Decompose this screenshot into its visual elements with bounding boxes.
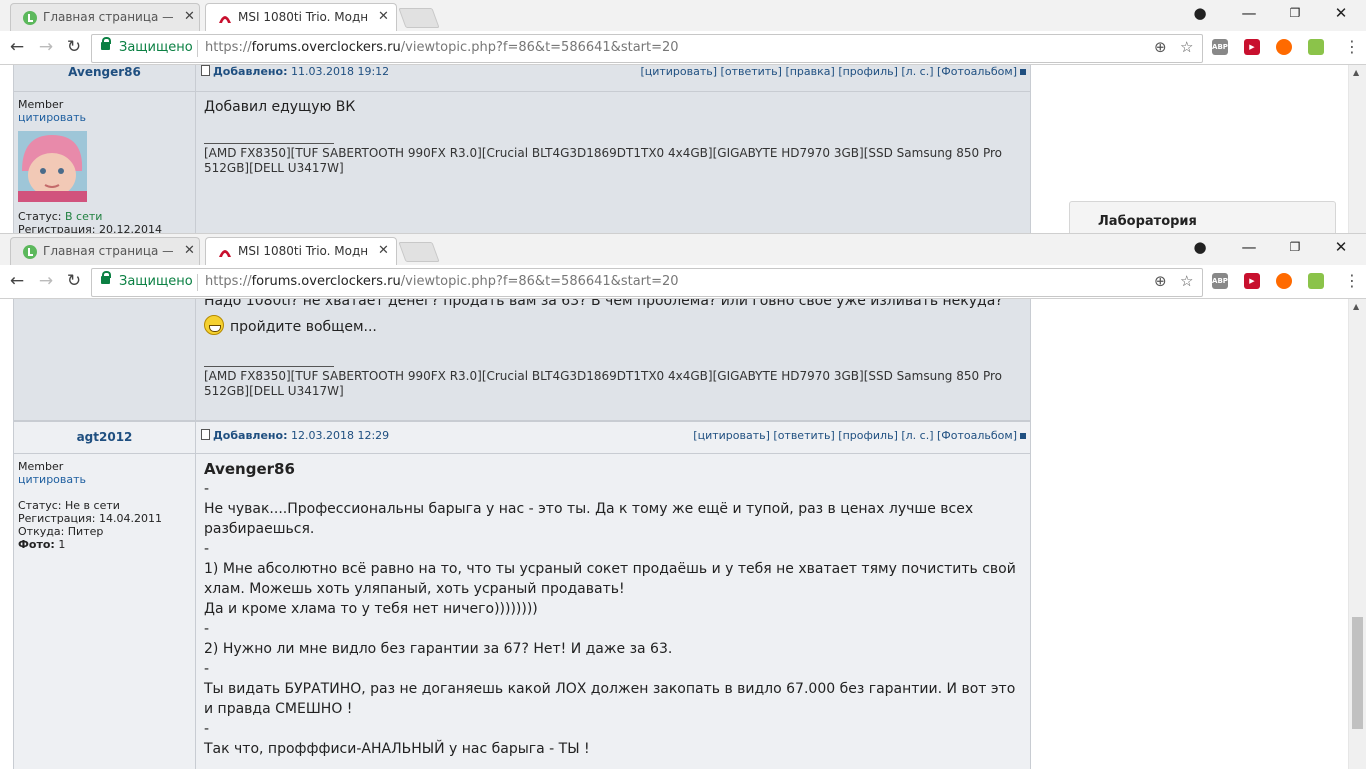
page-content: Надо 1080ti? не хватает денег? продать в… — [0, 299, 1366, 769]
signature-divider — [204, 366, 334, 367]
tab-strip: Главная страница — Ли ✕ MSI 1080ti Trio.… — [0, 234, 1366, 265]
adblock-plus-icon[interactable]: ABP — [1212, 273, 1228, 289]
back-arrow-icon[interactable]: ← — [6, 271, 28, 291]
post-body: Добавил едущую ВК [AMD FX8350][TUF SABER… — [195, 65, 1030, 233]
post-signature: [AMD FX8350][TUF SABERTOOTH 990FX R3.0][… — [204, 369, 1002, 398]
bookmark-star-icon[interactable]: ☆ — [1180, 38, 1193, 56]
tab-close-icon[interactable]: ✕ — [184, 9, 195, 24]
quote-link[interactable]: цитировать — [18, 111, 86, 124]
extension-fire-icon[interactable] — [1276, 273, 1292, 289]
scroll-up-icon[interactable]: ▲ — [1353, 302, 1359, 311]
address-bar[interactable]: Защищено https://forums.overclockers.ru/… — [91, 268, 1203, 297]
new-tab-button[interactable] — [398, 242, 440, 262]
tab-title: Главная страница — Ли — [43, 10, 173, 24]
user-panel — [14, 299, 196, 420]
minimize-button[interactable]: — — [1239, 238, 1259, 256]
scrollbar[interactable]: ▲ — [1348, 299, 1366, 769]
menu-kebab-icon[interactable]: ⋮ — [1344, 37, 1360, 56]
close-window-button[interactable]: ✕ — [1331, 4, 1351, 22]
user-status: Статус: В сети Регистрация: 20.12.2014 — [18, 210, 162, 233]
extension-fire-icon[interactable] — [1276, 39, 1292, 55]
menu-kebab-icon[interactable]: ⋮ — [1344, 271, 1360, 290]
back-arrow-icon[interactable]: ← — [6, 37, 28, 57]
tab-close-icon[interactable]: ✕ — [184, 243, 195, 258]
divider — [197, 40, 198, 57]
user-rank: Member — [18, 98, 64, 111]
forward-arrow-icon[interactable]: → — [35, 271, 57, 291]
post-signature: [AMD FX8350][TUF SABERTOOTH 990FX R3.0][… — [204, 146, 1002, 175]
lock-icon — [101, 37, 111, 50]
url-text[interactable]: https://forums.overclockers.ru/viewtopic… — [205, 274, 679, 289]
restore-button[interactable]: ❐ — [1285, 240, 1305, 254]
forum-post: Надо 1080ti? не хватает денег? продать в… — [13, 299, 1031, 421]
tab-inactive[interactable]: Главная страница — Ли ✕ — [10, 237, 200, 265]
reload-icon[interactable]: ↻ — [63, 271, 85, 291]
user-panel: Member цитировать Статус: Не в сети Реги… — [14, 422, 196, 769]
quote-link[interactable]: цитировать — [18, 473, 162, 486]
minimize-button[interactable]: — — [1239, 4, 1259, 22]
sidebar-title: Лаборатория — [1098, 214, 1197, 229]
post-text: Добавил едущую ВК — [204, 99, 356, 115]
forum-post: Avenger86 Добавлено: 11.03.2018 19:12 [ц… — [13, 65, 1031, 233]
avatar — [18, 131, 87, 202]
tab-close-icon[interactable]: ✕ — [378, 9, 389, 24]
scroll-up-icon[interactable]: ▲ — [1353, 68, 1359, 77]
secure-label: Защищено — [119, 40, 193, 55]
forward-arrow-icon[interactable]: → — [35, 37, 57, 57]
address-bar[interactable]: Защищено https://forums.overclockers.ru/… — [91, 34, 1203, 63]
browser-toolbar: ← → ↻ Защищено https://forums.overclocke… — [0, 265, 1366, 299]
tab-strip: Главная страница — Ли ✕ MSI 1080ti Trio.… — [0, 0, 1366, 31]
restore-button[interactable]: ❐ — [1285, 6, 1305, 20]
post-body: Avenger86 - Не чувак....Профессиональны … — [195, 422, 1030, 769]
grin-emoji-icon — [204, 315, 224, 335]
page-content: Avenger86 Добавлено: 11.03.2018 19:12 [ц… — [0, 65, 1366, 233]
user-panel: Member цитировать Статус: В сети Регистр… — [14, 65, 196, 233]
zoom-icon[interactable]: ⊕ — [1154, 38, 1167, 56]
extension-red-icon[interactable]: ▶ — [1244, 273, 1260, 289]
browser-window-bottom: Главная страница — Ли ✕ MSI 1080ti Trio.… — [0, 233, 1366, 769]
secure-label: Защищено — [119, 274, 193, 289]
bookmark-star-icon[interactable]: ☆ — [1180, 272, 1193, 290]
divider — [197, 274, 198, 291]
scrollbar[interactable]: ▲ — [1348, 65, 1366, 233]
zoom-icon[interactable]: ⊕ — [1154, 272, 1167, 290]
tab-inactive[interactable]: Главная страница — Ли ✕ — [10, 3, 200, 31]
user-info: Member цитировать — [18, 98, 86, 124]
extension-red-icon[interactable]: ▶ — [1244, 39, 1260, 55]
forum-post: agt2012 Добавлено: 12.03.2018 12:29 [цит… — [13, 421, 1031, 769]
quote-author: Avenger86 — [204, 460, 295, 478]
page-favicon-icon — [23, 11, 37, 25]
overclockers-favicon-icon — [219, 16, 231, 23]
signature-divider — [204, 143, 334, 144]
tab-title: Главная страница — Ли — [43, 244, 173, 258]
browser-toolbar: ← → ↻ Защищено https://forums.overclocke… — [0, 31, 1366, 65]
tab-title: MSI 1080ti Trio. Модный — [238, 244, 368, 258]
sidebar-lab-box: Лаборатория — [1069, 201, 1336, 233]
scrollbar-thumb[interactable] — [1352, 617, 1363, 729]
tab-title: MSI 1080ti Trio. Модный — [238, 10, 368, 24]
tab-active[interactable]: MSI 1080ti Trio. Модный ✕ — [205, 237, 397, 265]
tab-active[interactable]: MSI 1080ti Trio. Модный ✕ — [205, 3, 397, 31]
user-rank: Member — [18, 460, 64, 473]
user-info: Member цитировать Статус: Не в сети Реги… — [18, 460, 162, 551]
extension-tiles-icon[interactable] — [1308, 39, 1324, 55]
profile-icon[interactable]: ● — [1190, 4, 1210, 22]
url-text[interactable]: https://forums.overclockers.ru/viewtopic… — [205, 40, 679, 55]
new-tab-button[interactable] — [398, 8, 440, 28]
page-favicon-icon — [23, 245, 37, 259]
post-text-line: пройдите вобщем... — [204, 315, 1022, 337]
post-text: - Не чувак....Профессиональны барыга у н… — [204, 481, 1016, 757]
extension-tiles-icon[interactable] — [1308, 273, 1324, 289]
browser-window-top: Главная страница — Ли ✕ MSI 1080ti Trio.… — [0, 0, 1366, 233]
lock-icon — [101, 271, 111, 284]
post-body: Надо 1080ti? не хватает денег? продать в… — [195, 299, 1030, 420]
tab-close-icon[interactable]: ✕ — [378, 243, 389, 258]
adblock-plus-icon[interactable]: ABP — [1212, 39, 1228, 55]
profile-icon[interactable]: ● — [1190, 238, 1210, 256]
close-window-button[interactable]: ✕ — [1331, 238, 1351, 256]
overclockers-favicon-icon — [219, 250, 231, 257]
reload-icon[interactable]: ↻ — [63, 37, 85, 57]
post-text: Надо 1080ti? не хватает денег? продать в… — [204, 299, 1003, 309]
